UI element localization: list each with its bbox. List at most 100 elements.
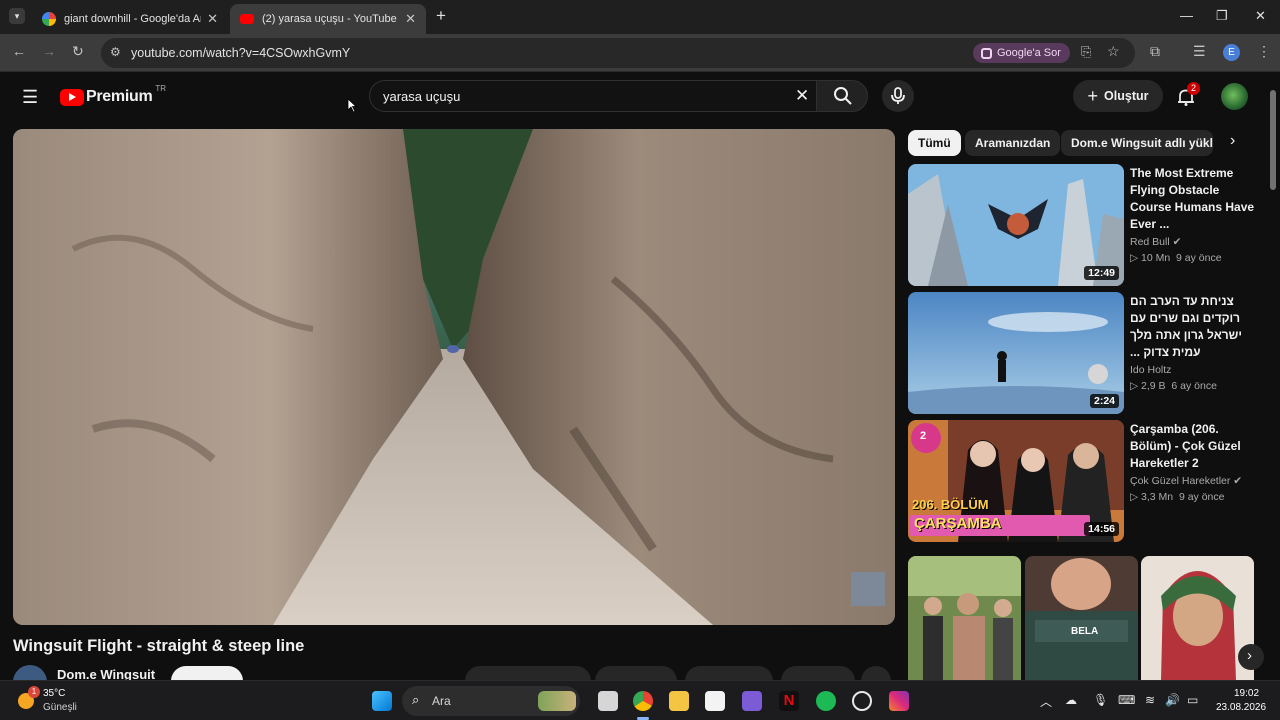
file-explorer-icon[interactable] [669,691,689,711]
chips-next-button[interactable]: › [1214,128,1256,158]
video-player[interactable] [13,129,895,625]
clock-time[interactable]: 19:02 [1234,688,1259,699]
chrome-icon[interactable] [633,691,653,711]
more-actions-button[interactable] [861,666,891,680]
search-highlight-image [538,691,576,711]
shorts-next-button[interactable]: › [1238,644,1264,670]
shorts-item[interactable]: BELA [1025,556,1138,680]
clear-search-icon[interactable]: ✕ [795,86,809,106]
like-button[interactable] [465,666,591,680]
browser-menu-icon[interactable]: ⋮ [1257,43,1271,60]
spotify-icon[interactable] [816,691,836,711]
google-sor-button[interactable]: Google'a Sor [973,43,1070,63]
new-tab-button[interactable]: + [436,6,446,26]
duration-badge: 12:49 [1084,266,1119,280]
notifications-button[interactable]: 2 [1176,82,1200,108]
shorts-item[interactable] [908,556,1021,680]
scrollbar-thumb[interactable] [1270,90,1276,190]
recommendation-item[interactable]: 2 206. BÖLÜM ÇARŞAMBA 14:56 Çarşamba (20… [908,420,1258,542]
recommendation-title[interactable]: The Most Extreme Flying Obstacle Course … [1130,165,1258,233]
volume-icon[interactable]: 🔊 [1165,693,1180,707]
maximize-icon[interactable]: ❐ [1216,8,1228,24]
views: 2,9 B [1141,380,1166,392]
clip-button[interactable] [781,666,855,680]
hamburger-menu-icon[interactable]: ☰ [22,87,38,108]
channel-avatar[interactable] [13,665,47,680]
onedrive-icon[interactable]: ☁ [1065,693,1077,707]
create-button[interactable]: + Oluştur [1073,80,1163,112]
lens-icon [981,47,992,59]
create-label: Oluştur [1104,89,1149,103]
window-close-icon[interactable]: ✕ [1255,8,1266,24]
tab-list-chevron-icon[interactable]: ▾ [9,8,25,24]
microphone-tray-icon[interactable]: 🎙 [1093,693,1108,707]
search-button[interactable] [816,80,868,112]
subscribe-button[interactable] [171,666,243,680]
wifi-icon[interactable]: ≋ [1145,693,1155,707]
recommendation-thumbnail[interactable]: 2:24 [908,292,1124,414]
search-box[interactable]: yarasa uçuşu ✕ [369,80,816,112]
tab-close-icon[interactable]: ✕ [405,11,416,27]
shorts-overlay-text: BELA [1071,626,1099,637]
site-info-icon[interactable]: ⚙ [110,45,121,59]
weather-widget[interactable]: 1 35°C Güneşli [14,685,114,717]
battery-icon[interactable]: ▭ [1187,693,1198,707]
install-app-icon[interactable]: ⎘ [1081,44,1091,60]
voice-search-button[interactable] [882,80,914,112]
netflix-icon[interactable]: N [779,691,799,711]
recommendation-item[interactable]: 2:24 צניחת עד הערב הם רוקדים וגם שרים עם… [908,292,1258,414]
recommendation-thumbnail[interactable]: 12:49 [908,164,1124,286]
shorts-item[interactable] [1141,556,1254,680]
reading-list-icon[interactable]: ☰ [1193,43,1206,60]
app-icon-purple[interactable] [742,691,762,711]
channel-name[interactable]: Dom.e Wingsuit [57,667,155,680]
save-button[interactable] [685,666,773,680]
address-bar[interactable]: ⚙ youtube.com/watch?v=4CSOwxhGvmY Google… [101,38,1135,68]
recommendation-title[interactable]: צניחת עד הערב הם רוקדים וגם שרים עם ישרא… [1130,293,1258,361]
tray-overflow-icon[interactable]: ︿ [1040,693,1052,710]
chip-channel[interactable]: Dom.e Wingsuit adlı yükley [1061,130,1213,156]
profile-avatar[interactable]: E [1223,44,1240,61]
plus-icon: + [1087,85,1099,106]
recommendation-channel[interactable]: Çok Güzel Hareketler ✔ [1130,475,1258,487]
bookmark-star-icon[interactable]: ☆ [1107,43,1120,60]
youtube-logo[interactable]: Premium TR [60,84,166,108]
google-sor-label: Google'a Sor [997,47,1061,59]
windows-start-icon[interactable] [372,691,392,711]
recommendation-channel[interactable]: Red Bull ✔ [1130,236,1258,248]
duration-badge: 14:56 [1084,522,1119,536]
keyboard-icon[interactable]: ⌨ [1118,693,1135,707]
reload-icon[interactable]: ↻ [72,43,84,60]
duration-badge: 2:24 [1089,394,1119,408]
recommendation-meta: ▷ 10 Mn 9 ay önce [1130,252,1258,264]
minimize-icon[interactable]: — [1180,8,1193,23]
taskbar-search[interactable]: ⌕ Ara [402,686,580,716]
account-avatar[interactable] [1221,83,1248,110]
chip-from-search[interactable]: Aramanızdan [965,130,1061,156]
tab-google-search[interactable]: giant downhill - Google'da Ara ✕ [32,4,228,34]
clock-date[interactable]: 23.08.2026 [1216,702,1266,713]
tab-title: giant downhill - Google'da Ara [64,13,202,25]
shorts-thumbnail-image [1141,556,1254,680]
app-icon-ring[interactable] [852,691,872,711]
age: 9 ay önce [1178,491,1225,503]
verified-check-icon: ✔ [1172,236,1182,248]
task-view-icon[interactable] [598,691,618,711]
chip-all[interactable]: Tümü [908,130,961,156]
back-icon[interactable]: ← [12,43,26,59]
thumbnail-show-text: ÇARŞAMBA [914,515,1002,532]
recommendation-title[interactable]: Çarşamba (206. Bölüm) - Çok Güzel Hareke… [1130,421,1258,472]
tab-youtube[interactable]: (2) yarasa uçuşu - YouTube ✕ [230,4,426,34]
search-input[interactable]: yarasa uçuşu [383,89,460,104]
extensions-icon[interactable]: ⧉ [1150,43,1160,60]
tab-title: (2) yarasa uçuşu - YouTube [262,13,397,25]
forward-icon[interactable]: → [42,43,56,59]
recommendation-item[interactable]: 12:49 The Most Extreme Flying Obstacle C… [908,164,1258,286]
tab-close-icon[interactable]: ✕ [207,11,218,27]
page-scrollbar[interactable] [1268,80,1278,680]
recommendation-thumbnail[interactable]: 2 206. BÖLÜM ÇARŞAMBA 14:56 [908,420,1124,542]
instagram-icon[interactable] [889,691,909,711]
share-button[interactable] [595,666,677,680]
microsoft-store-icon[interactable] [705,691,725,711]
recommendation-channel[interactable]: Ido Holtz [1130,364,1258,376]
